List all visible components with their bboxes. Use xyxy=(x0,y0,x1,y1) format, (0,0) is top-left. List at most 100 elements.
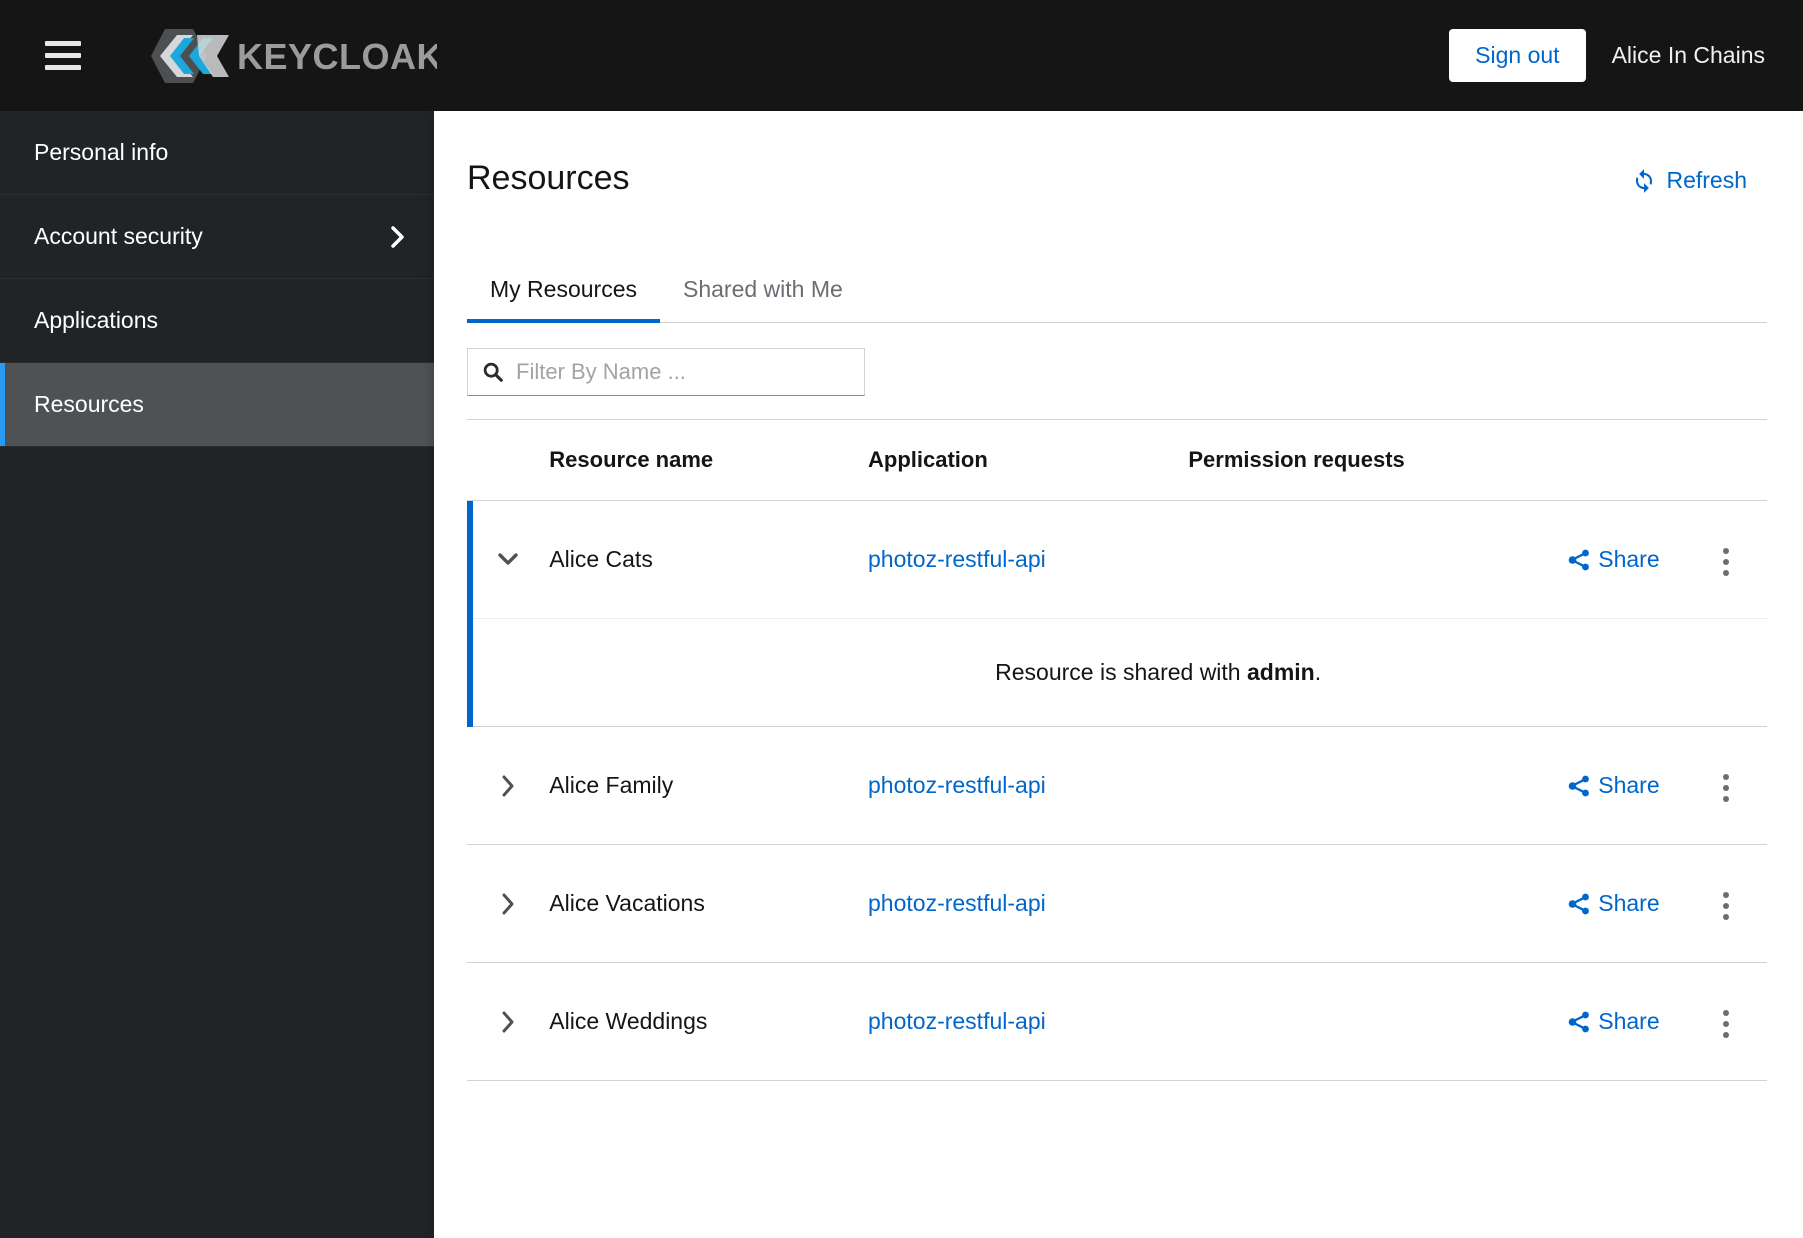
main-content: Resources Refresh My Resources Shared wi xyxy=(434,111,1803,1238)
share-icon xyxy=(1567,1010,1591,1034)
resource-name-cell: Alice Weddings xyxy=(549,963,868,1081)
application-cell: photoz-restful-api xyxy=(868,845,1188,963)
share-icon xyxy=(1567,774,1591,798)
application-link[interactable]: photoz-restful-api xyxy=(868,546,1046,572)
detail-accent-cell xyxy=(467,619,549,727)
share-label: Share xyxy=(1598,546,1659,573)
table-row[interactable]: Alice Vacations photoz-restful-api xyxy=(467,845,1767,963)
masthead: KEYCLOAK Sign out Alice In Chains xyxy=(0,0,1803,111)
refresh-label: Refresh xyxy=(1666,167,1747,194)
sidebar-item-applications[interactable]: Applications xyxy=(0,279,434,363)
permission-requests-cell xyxy=(1188,963,1563,1081)
permission-requests-cell xyxy=(1188,501,1563,619)
table-row[interactable]: Alice Family photoz-restful-api xyxy=(467,727,1767,845)
kebab-menu-icon[interactable] xyxy=(1709,538,1743,586)
page-header: Resources Refresh xyxy=(434,111,1803,199)
permission-requests-cell xyxy=(1188,845,1563,963)
sidebar-item-label: Personal info xyxy=(34,139,406,166)
chevron-down-icon[interactable] xyxy=(467,501,549,618)
account-console-page: KEYCLOAK Sign out Alice In Chains Person… xyxy=(0,0,1803,1238)
table-body: Alice Cats photoz-restful-api xyxy=(467,501,1767,1081)
resource-tabs: My Resources Shared with Me xyxy=(467,276,1767,324)
sidebar-item-personal-info[interactable]: Personal info xyxy=(0,111,434,195)
sidebar-item-resources[interactable]: Resources xyxy=(0,363,434,447)
shared-with-message: Resource is shared with admin. xyxy=(995,659,1321,685)
row-toggle-cell[interactable] xyxy=(467,501,549,619)
column-header-actions xyxy=(1686,420,1767,501)
kebab-dot xyxy=(1723,1032,1729,1038)
chevron-right-icon[interactable] xyxy=(467,845,549,962)
row-actions-cell xyxy=(1686,845,1767,963)
shared-with-suffix: . xyxy=(1315,659,1321,685)
share-cell: Share xyxy=(1563,727,1685,845)
tab-my-resources[interactable]: My Resources xyxy=(467,276,660,323)
application-cell: photoz-restful-api xyxy=(868,963,1188,1081)
sidebar-nav: Personal info Account security Applicati… xyxy=(0,111,434,1238)
kebab-dot xyxy=(1723,903,1729,909)
resource-name-cell: Alice Vacations xyxy=(549,845,868,963)
table-row[interactable]: Alice Cats photoz-restful-api xyxy=(467,501,1767,619)
chevron-right-icon[interactable] xyxy=(467,963,549,1080)
kebab-dot xyxy=(1723,559,1729,565)
row-toggle-cell[interactable] xyxy=(467,845,549,963)
kebab-dot xyxy=(1723,785,1729,791)
application-link[interactable]: photoz-restful-api xyxy=(868,1008,1046,1034)
column-header-toggle xyxy=(467,420,549,501)
filter-search-box[interactable] xyxy=(467,348,865,396)
detail-content-cell: Resource is shared with admin. xyxy=(549,619,1767,727)
row-toggle-cell[interactable] xyxy=(467,727,549,845)
kebab-menu-icon[interactable] xyxy=(1709,882,1743,930)
chevron-right-icon[interactable] xyxy=(467,727,549,844)
row-toggle-cell[interactable] xyxy=(467,963,549,1081)
application-link[interactable]: photoz-restful-api xyxy=(868,890,1046,916)
share-button[interactable]: Share xyxy=(1563,884,1663,923)
share-label: Share xyxy=(1598,772,1659,799)
sync-icon xyxy=(1631,168,1657,194)
share-cell: Share xyxy=(1563,501,1685,619)
keycloak-logo[interactable]: KEYCLOAK xyxy=(137,28,437,84)
kebab-dot xyxy=(1723,774,1729,780)
resource-name-cell: Alice Cats xyxy=(549,501,868,619)
shared-with-user: admin xyxy=(1247,659,1315,685)
share-button[interactable]: Share xyxy=(1563,1002,1663,1041)
hamburger-bar xyxy=(45,65,81,70)
column-header-share xyxy=(1563,420,1685,501)
column-header-resource-name: Resource name xyxy=(549,420,868,501)
hamburger-icon[interactable] xyxy=(39,32,87,80)
kebab-dot xyxy=(1723,892,1729,898)
application-link[interactable]: photoz-restful-api xyxy=(868,772,1046,798)
page-title: Resources xyxy=(467,158,630,199)
chevron-right-icon xyxy=(390,225,406,249)
application-cell: photoz-restful-api xyxy=(868,501,1188,619)
resources-panel: My Resources Shared with Me xyxy=(434,276,1803,1082)
kebab-dot xyxy=(1723,1010,1729,1016)
permission-requests-cell xyxy=(1188,727,1563,845)
kebab-dot xyxy=(1723,570,1729,576)
sign-out-button[interactable]: Sign out xyxy=(1449,29,1585,82)
resources-table: Resource name Application Permission req… xyxy=(467,419,1767,1081)
share-icon xyxy=(1567,892,1591,916)
kebab-menu-icon[interactable] xyxy=(1709,764,1743,812)
column-header-application: Application xyxy=(868,420,1188,501)
hamburger-bar xyxy=(45,53,81,58)
share-button[interactable]: Share xyxy=(1563,540,1663,579)
refresh-button[interactable]: Refresh xyxy=(1631,158,1747,194)
shared-with-prefix: Resource is shared with xyxy=(995,659,1247,685)
kebab-dot xyxy=(1723,914,1729,920)
search-input[interactable] xyxy=(468,349,864,395)
table-head: Resource name Application Permission req… xyxy=(467,420,1767,501)
share-cell: Share xyxy=(1563,963,1685,1081)
sidebar-item-label: Account security xyxy=(34,223,390,250)
share-label: Share xyxy=(1598,1008,1659,1035)
table-row-detail: Resource is shared with admin. xyxy=(467,619,1767,727)
table-header-row: Resource name Application Permission req… xyxy=(467,420,1767,501)
resource-name-cell: Alice Family xyxy=(549,727,868,845)
table-row[interactable]: Alice Weddings photoz-restful-api xyxy=(467,963,1767,1081)
share-icon xyxy=(1567,548,1591,572)
kebab-menu-icon[interactable] xyxy=(1709,1000,1743,1048)
kebab-dot xyxy=(1723,796,1729,802)
share-button[interactable]: Share xyxy=(1563,766,1663,805)
row-actions-cell xyxy=(1686,963,1767,1081)
sidebar-item-account-security[interactable]: Account security xyxy=(0,195,434,279)
tab-shared-with-me[interactable]: Shared with Me xyxy=(660,276,866,323)
